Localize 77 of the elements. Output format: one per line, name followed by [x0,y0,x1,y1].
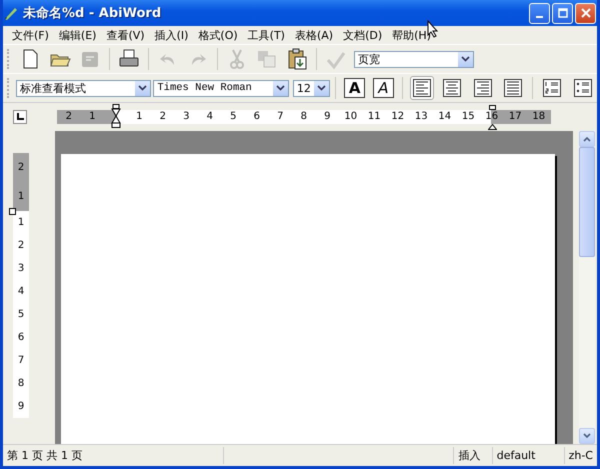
menu-item[interactable]: 格式(O) [193,28,243,42]
tab-stop-button[interactable] [13,110,27,124]
tab-marker-icon[interactable] [489,105,496,110]
indent-marker-icon[interactable] [111,104,121,128]
ruler-number: 15 [460,110,476,124]
insert-mode: 插入 [454,447,493,464]
align-justify-icon [504,79,522,97]
scroll-down-icon [583,433,591,439]
menu-item[interactable]: 文档(D) [338,28,388,42]
numbered-list-icon [543,79,562,97]
ruler-number: 7 [276,110,284,124]
italic-button[interactable]: A [372,78,394,98]
ruler-number: 2 [64,110,73,124]
chevron-down-icon [317,85,326,91]
chevron-down-icon [461,56,470,62]
menu-item[interactable]: 文件(F) [7,28,54,42]
menu-item[interactable]: 查看(V) [101,28,150,42]
menu-item[interactable]: 表格(A) [290,28,338,42]
align-right-icon [474,79,492,97]
ruler-number: 1 [18,216,24,230]
ruler-number: 17 [508,110,523,124]
ruler-number: 4 [206,110,214,124]
ruler-number: 3 [182,110,190,124]
vertical-scrollbar[interactable] [579,131,595,444]
close-icon [580,8,590,18]
language: zh-C [568,448,594,464]
align-center-icon [443,79,462,97]
ruler-number: 3 [18,262,24,276]
ruler-number: 4 [18,285,24,299]
align-left-icon [412,79,431,97]
copy-icon [256,48,278,70]
left-tab-icon [16,113,24,121]
ruler-number: 10 [343,110,358,124]
pen-icon [3,5,19,21]
style-dropdown[interactable]: 标准查看模式 [16,80,152,96]
ruler-number: 5 [18,308,24,322]
style-name: default [492,447,565,464]
ruler-number: 2 [18,161,24,175]
ruler-number: 7 [18,354,24,368]
zoom-dropdown[interactable]: 页宽 [354,50,474,68]
ruler-number: 18 [531,110,546,124]
maximize-button[interactable] [552,2,573,24]
scroll-up-icon [583,136,591,142]
chevron-down-icon [138,85,148,91]
window-title: 未命名%d - AbiWord [23,5,162,22]
ruler-number: 9 [323,110,332,124]
ruler-number: 5 [229,110,238,124]
align-left-button[interactable] [410,76,434,100]
font-size-dropdown[interactable]: 12 [292,80,330,96]
menu-item[interactable]: 工具(T) [242,28,290,42]
ruler-number: 9 [18,400,24,414]
ruler-number: 6 [18,331,24,345]
ruler-number: 1 [135,110,144,124]
menu-item[interactable]: 插入(I) [150,28,194,42]
page-count: 第 1 页 共 1 页 [3,447,224,464]
ruler-number: 11 [366,110,382,124]
ruler-number: 1 [88,110,96,124]
margin-marker-icon[interactable] [9,208,16,215]
ruler-number: 14 [437,110,452,124]
bold-button[interactable]: A [344,78,365,98]
font-dropdown[interactable]: Times New Roman [153,80,289,96]
ruler-number: 6 [252,110,261,124]
ruler-number: 8 [18,377,24,391]
ruler-number: 13 [414,110,429,124]
ruler-number: 2 [158,110,167,124]
clipboard-icon [286,48,308,70]
close-button[interactable] [575,2,596,24]
chevron-down-icon [276,85,285,91]
ruler-number: 1 [18,190,24,204]
maximize-icon [558,8,568,18]
ruler-number: 2 [18,239,24,253]
ruler-number: 12 [390,110,406,124]
minimize-icon [536,16,543,18]
menu-item[interactable]: 编辑(E) [54,28,102,42]
bulleted-list-icon [574,79,592,97]
minimize-button[interactable] [529,2,550,24]
ruler-number: 8 [300,110,308,124]
